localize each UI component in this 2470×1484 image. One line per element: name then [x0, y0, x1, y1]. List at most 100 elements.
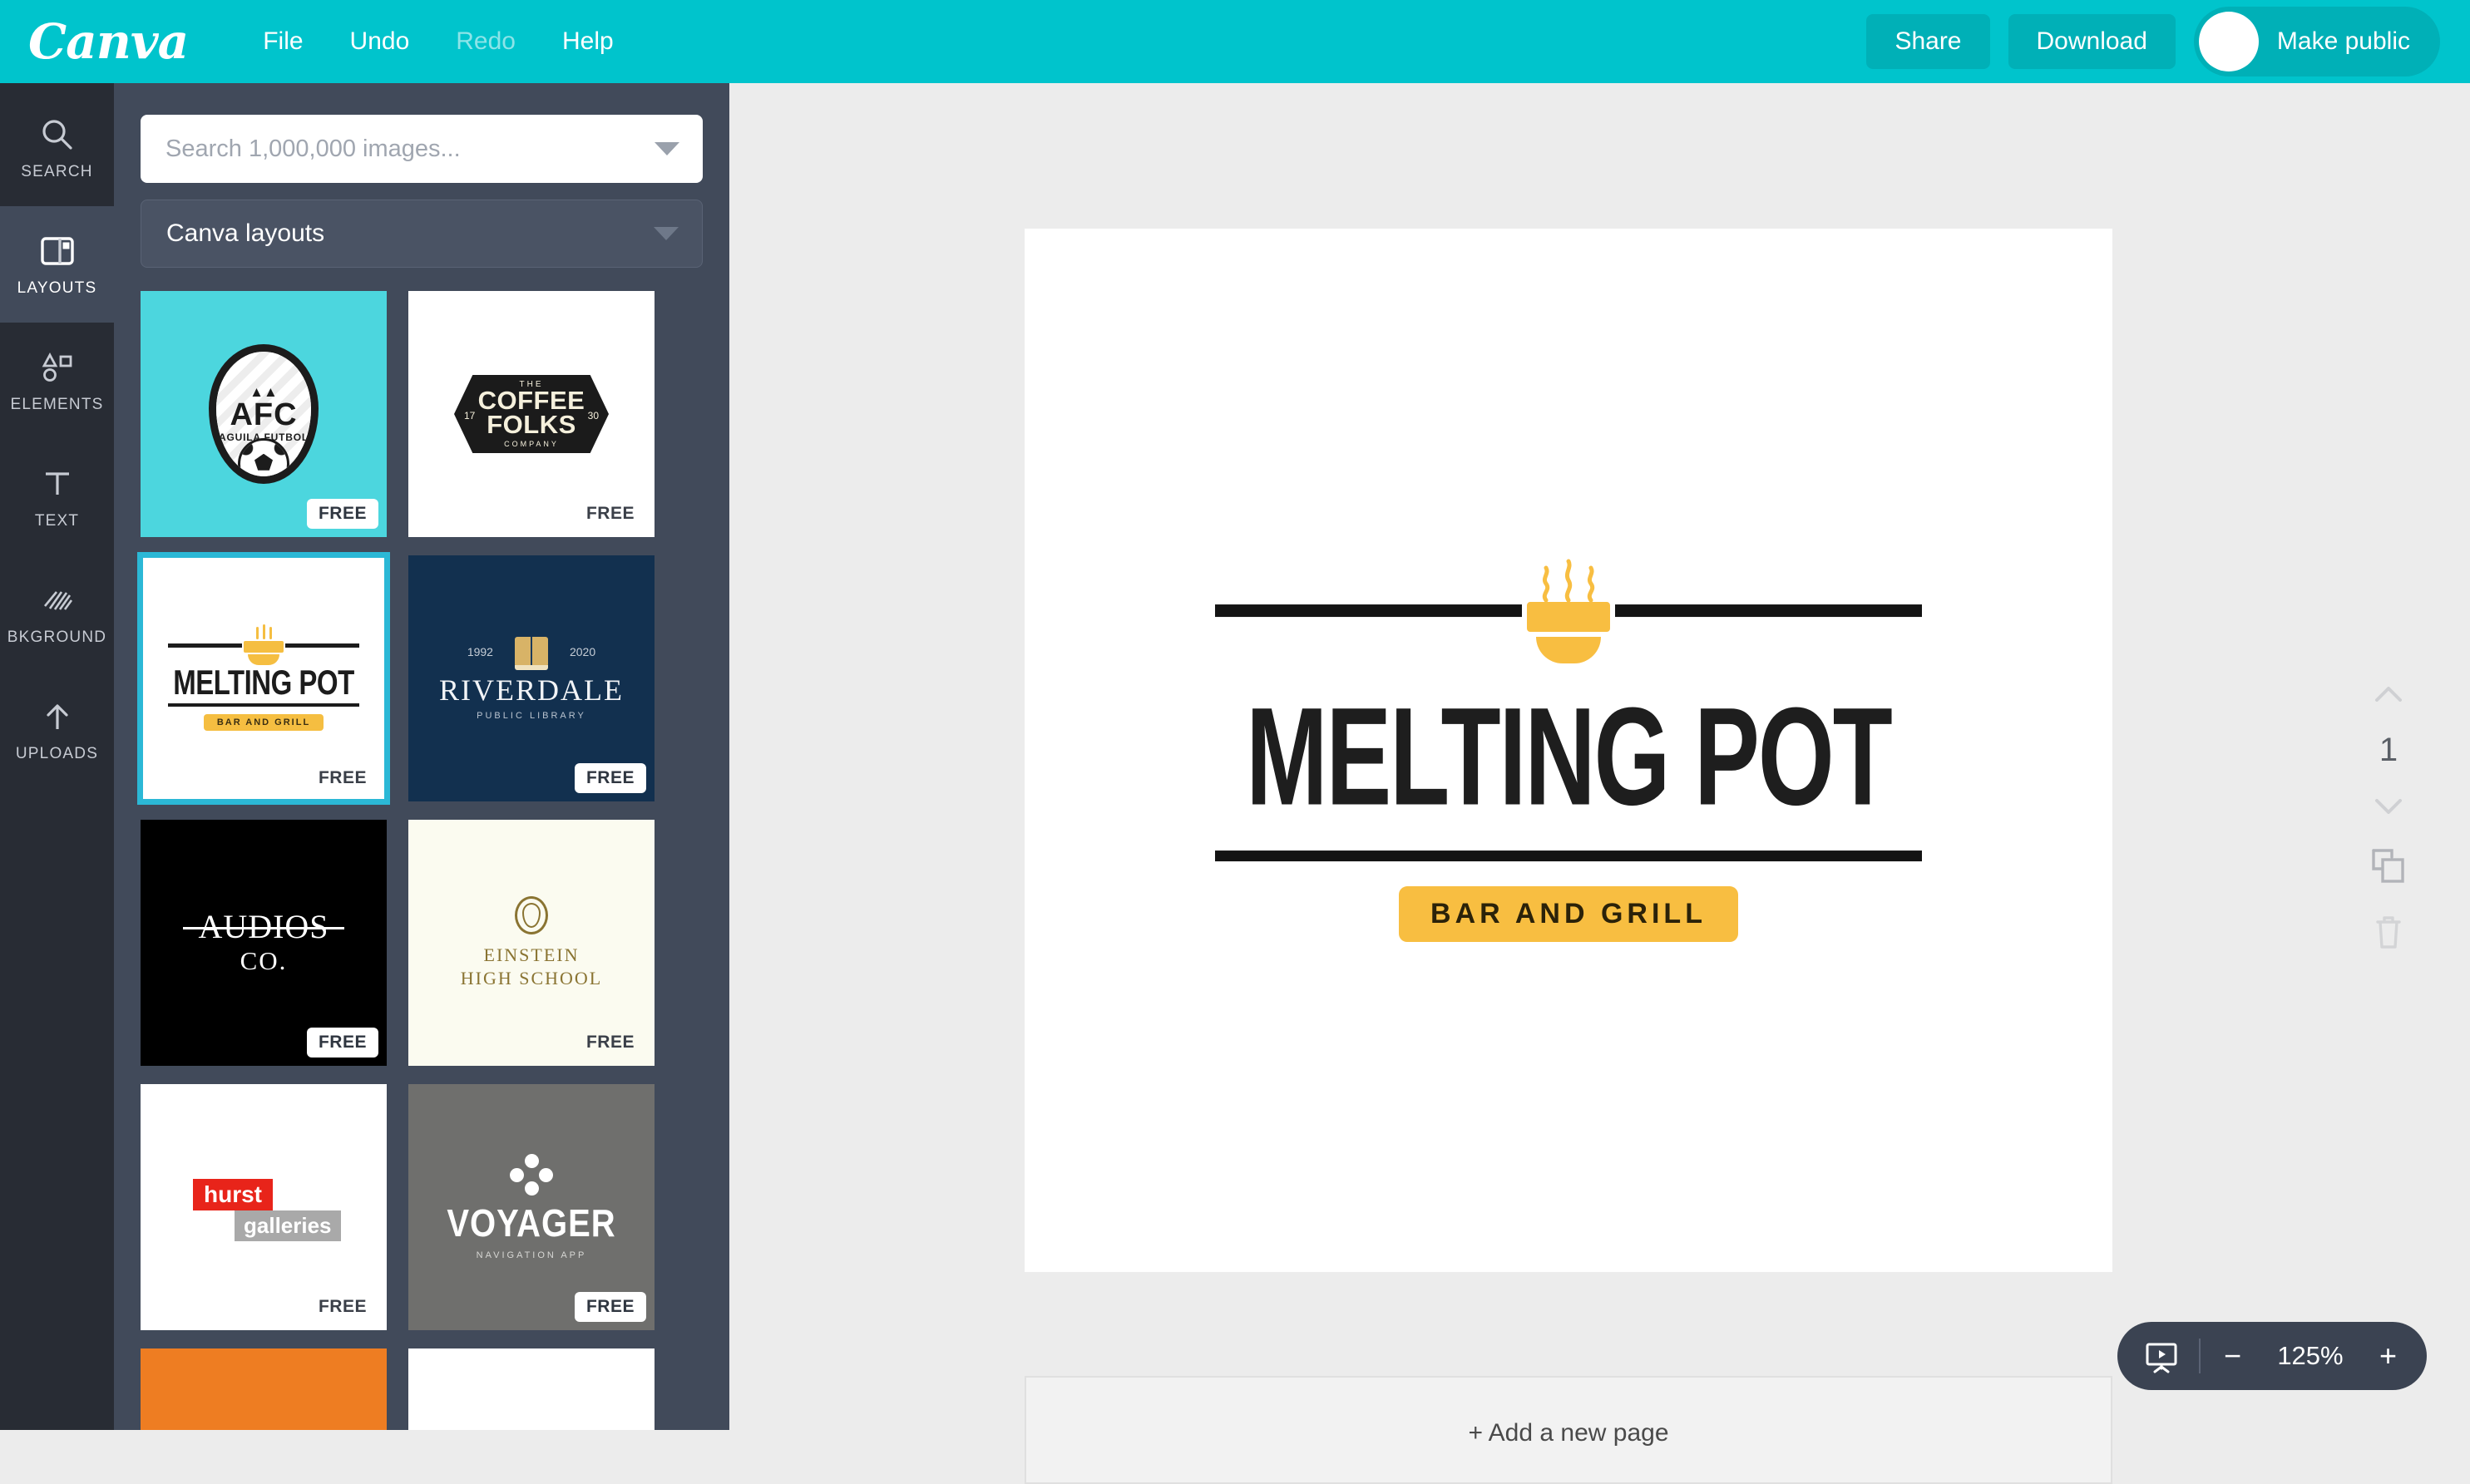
thumb-title: EINSTEIN — [483, 944, 580, 965]
layout-thumb-audios-co[interactable]: AUDIOS CO. FREE — [141, 820, 387, 1066]
chevron-down-icon[interactable] — [655, 142, 679, 155]
zoom-out-button[interactable]: − — [2219, 1341, 2246, 1371]
category-dropdown-label: Canva layouts — [166, 219, 325, 247]
rule-bottom — [168, 703, 359, 707]
divider — [2198, 1339, 2201, 1373]
search-box — [141, 115, 703, 183]
zoom-toolbar: − 125% + — [2117, 1322, 2427, 1390]
sidebar-item-text[interactable]: TEXT — [0, 439, 114, 555]
steam-icon — [244, 624, 284, 641]
pot-bowl — [1536, 636, 1601, 663]
afc-badge-graphic: ▲▲ AFC AGUILA FUTBOL — [209, 344, 319, 484]
duplicate-page-icon[interactable] — [2367, 844, 2410, 887]
thumb-title: AFC — [230, 397, 298, 432]
year-left: 17 — [464, 410, 476, 422]
free-badge: FREE — [585, 1033, 635, 1052]
delete-page-icon[interactable] — [2370, 912, 2407, 954]
menu-item-help[interactable]: Help — [539, 19, 637, 64]
thumb-title: hurst — [193, 1179, 273, 1210]
steam-icon — [1527, 559, 1610, 602]
search-input[interactable] — [141, 115, 703, 183]
present-icon[interactable] — [2142, 1337, 2181, 1375]
book-icon — [514, 636, 548, 670]
thumb-subtitle: COMPANY — [504, 439, 559, 448]
thumb-title: AUDIOS — [183, 910, 344, 944]
pot-row — [168, 624, 359, 665]
chevron-up-icon[interactable] — [2370, 682, 2407, 707]
thumb-title: RIVERDALE — [439, 673, 624, 707]
thumb-title: VOYAGER — [447, 1202, 616, 1245]
header-actions: Share Download Make public — [1866, 7, 2440, 76]
sidebar-item-label: SEARCH — [21, 162, 93, 180]
layout-thumb-white[interactable] — [408, 1348, 655, 1430]
sidebar-item-layouts[interactable]: LAYOUTS — [0, 206, 114, 323]
riverdale-top-row: 1992 2020 — [467, 636, 596, 670]
share-button[interactable]: Share — [1866, 14, 1990, 69]
rule-bottom — [1215, 850, 1922, 862]
make-public-label: Make public — [2276, 27, 2410, 55]
hurst-graphic: hurst galleries — [185, 1167, 343, 1247]
zoom-in-button[interactable]: + — [2374, 1341, 2402, 1371]
free-badge: FREE — [306, 1028, 378, 1058]
coffee-badge-graphic: 17 30 THE COFFEE FOLKS COMPANY — [454, 375, 609, 453]
sidebar-item-background[interactable]: BKGROUND — [0, 555, 114, 672]
melting-pot-logo[interactable]: MELTING POT BAR AND GRILL — [1215, 559, 1922, 943]
page-tools: 1 — [2339, 682, 2438, 954]
menu-item-file[interactable]: File — [240, 19, 326, 64]
sidebar-item-elements[interactable]: ELEMENTS — [0, 323, 114, 439]
add-new-page-label: + Add a new page — [1468, 1419, 1669, 1447]
sidebar-item-uploads[interactable]: UPLOADS — [0, 672, 114, 788]
audios-graphic: AUDIOS CO. — [183, 910, 344, 976]
category-dropdown[interactable]: Canva layouts — [141, 200, 703, 268]
year-right: 2020 — [569, 644, 596, 658]
elements-icon — [42, 352, 72, 382]
zoom-level: 125% — [2277, 1341, 2344, 1370]
layout-thumb-melting-pot[interactable]: MELTING POT BAR AND GRILL FREE — [137, 552, 390, 805]
menu-item-undo[interactable]: Undo — [327, 19, 433, 64]
layout-thumb-hurst-galleries[interactable]: hurst galleries FREE — [141, 1084, 387, 1330]
download-button[interactable]: Download — [2008, 14, 2176, 69]
seal-icon — [515, 896, 548, 934]
sidebar-item-label: LAYOUTS — [17, 279, 97, 297]
thumb-subtitle: NAVIGATION APP — [476, 1250, 587, 1260]
design-title: MELTING POT — [1246, 678, 1893, 835]
pot-lid — [1527, 601, 1610, 632]
uploads-icon — [46, 703, 68, 729]
layout-thumb-coffee-folks[interactable]: 17 30 THE COFFEE FOLKS COMPANY FREE — [408, 291, 655, 537]
layout-thumb-orange[interactable] — [141, 1348, 387, 1430]
layout-thumb-voyager[interactable]: VOYAGER NAVIGATION APP FREE — [408, 1084, 655, 1330]
menu-item-redo[interactable]: Redo — [432, 19, 539, 64]
free-badge: FREE — [574, 1292, 646, 1322]
pot-row — [1215, 559, 1922, 663]
thumb-subtitle: PUBLIC LIBRARY — [477, 710, 586, 721]
layout-thumb-einstein[interactable]: EINSTEIN HIGH SCHOOL FREE — [408, 820, 655, 1066]
melting-pot-mini-graphic: MELTING POT BAR AND GRILL — [168, 624, 359, 731]
chevron-down-icon[interactable] — [2370, 794, 2407, 819]
layout-thumb-afc[interactable]: ▲▲ AFC AGUILA FUTBOL FREE — [141, 291, 387, 537]
pot-icon — [244, 624, 284, 665]
thumb-title: MELTING POT — [173, 662, 354, 702]
thumb-subtitle: galleries — [235, 1210, 341, 1241]
thumb-subtitle: BAR AND GRILL — [203, 713, 324, 731]
free-badge: FREE — [318, 1297, 367, 1316]
sidebar-item-search[interactable]: SEARCH — [0, 90, 114, 206]
chevron-down-icon — [654, 227, 679, 240]
thumb-subtitle: CO. — [240, 945, 288, 975]
layout-thumbnail-grid: ▲▲ AFC AGUILA FUTBOL FREE 17 30 THE COFF… — [137, 291, 703, 1430]
canva-logo[interactable]: Canva — [28, 13, 189, 70]
design-page[interactable]: MELTING POT BAR AND GRILL — [1025, 229, 2112, 1272]
riverdale-graphic: 1992 2020 RIVERDALE PUBLIC LIBRARY — [439, 636, 624, 721]
voyager-graphic: VOYAGER NAVIGATION APP — [447, 1154, 615, 1260]
layout-thumb-riverdale[interactable]: 1992 2020 RIVERDALE PUBLIC LIBRARY FREE — [408, 555, 655, 801]
design-tagline: BAR AND GRILL — [1399, 886, 1738, 943]
add-new-page-button[interactable]: + Add a new page — [1025, 1376, 2112, 1484]
pot-lid — [244, 640, 284, 653]
pot-icon — [1527, 559, 1610, 663]
make-public-toggle[interactable]: Make public — [2193, 7, 2440, 76]
rule-right — [1615, 604, 1922, 618]
canvas-area: MELTING POT BAR AND GRILL + Add a new pa… — [729, 83, 2470, 1484]
soccer-ball-icon — [238, 438, 289, 476]
search-icon — [42, 119, 72, 150]
rule-right — [285, 643, 359, 648]
strikethrough-decoration — [183, 926, 344, 929]
